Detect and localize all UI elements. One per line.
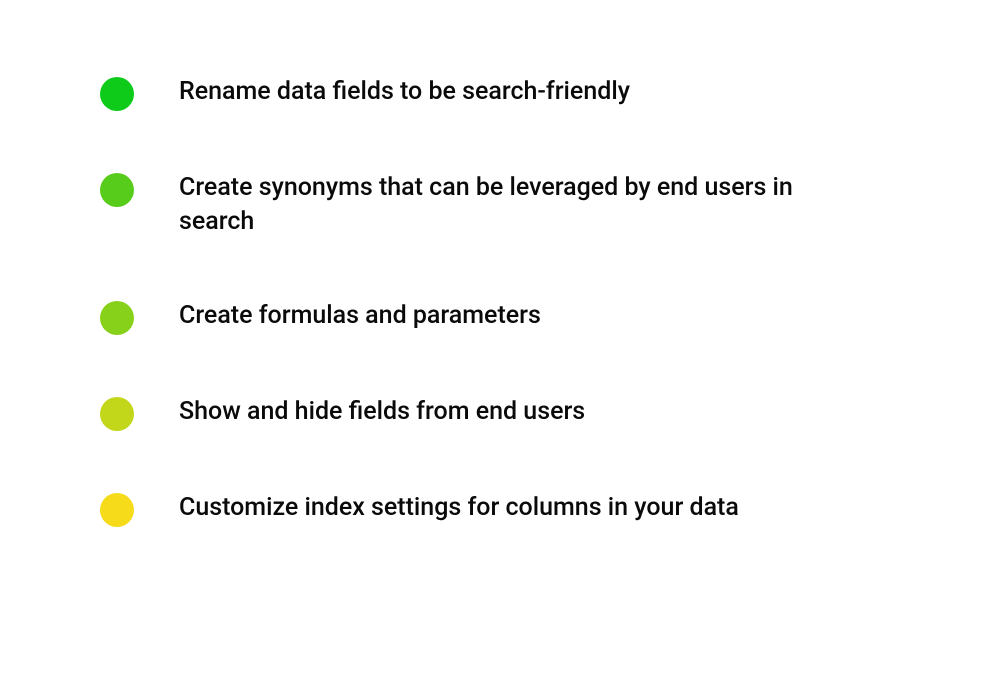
bullet-icon [100,301,134,335]
item-text: Rename data fields to be search-friendly [179,75,630,109]
bullet-icon [100,173,134,207]
list-item: Rename data fields to be search-friendly [100,75,900,111]
list-item: Customize index settings for columns in … [100,491,900,527]
list-item: Create formulas and parameters [100,299,900,335]
item-text: Show and hide fields from end users [179,395,585,429]
item-text: Create synonyms that can be leveraged by… [179,171,799,239]
bullet-icon [100,493,134,527]
feature-list: Rename data fields to be search-friendly… [100,75,900,527]
list-item: Show and hide fields from end users [100,395,900,431]
item-text: Create formulas and parameters [179,299,541,333]
bullet-icon [100,77,134,111]
bullet-icon [100,397,134,431]
list-item: Create synonyms that can be leveraged by… [100,171,900,239]
item-text: Customize index settings for columns in … [179,491,739,525]
